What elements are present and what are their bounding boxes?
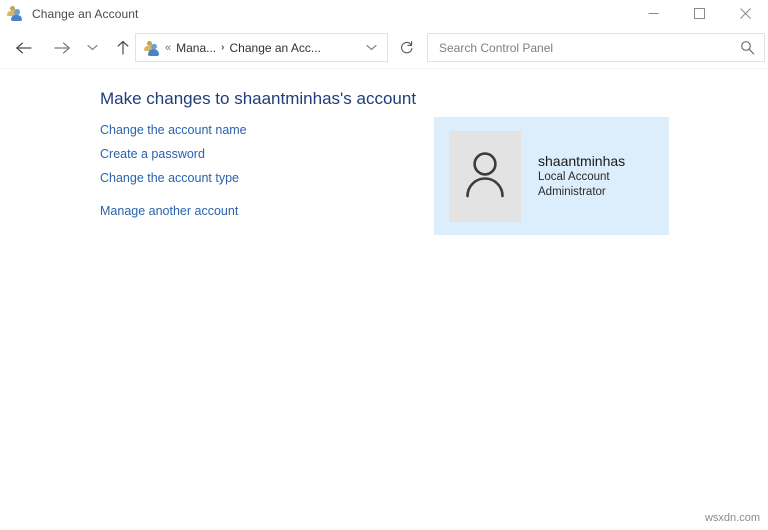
breadcrumb-item-manage[interactable]: Mana... <box>176 41 216 55</box>
account-info: shaantminhas Local Account Administrator <box>538 152 625 200</box>
page-title: Make changes to shaantminhas's account <box>100 89 416 109</box>
account-card: shaantminhas Local Account Administrator <box>434 117 669 235</box>
search-input[interactable] <box>437 37 731 59</box>
person-icon <box>462 148 508 205</box>
address-user-accounts-icon <box>144 40 160 56</box>
link-manage-another-account[interactable]: Manage another account <box>100 204 238 218</box>
address-dropdown-button[interactable] <box>366 44 377 51</box>
account-type: Local Account <box>538 170 625 185</box>
maximize-button[interactable] <box>676 0 722 27</box>
minimize-button[interactable] <box>630 0 676 27</box>
link-create-password[interactable]: Create a password <box>100 147 205 161</box>
window-title: Change an Account <box>32 7 138 21</box>
content-area: Make changes to shaantminhas's account C… <box>0 69 768 530</box>
breadcrumb-item-change-account[interactable]: Change an Acc... <box>230 41 321 55</box>
search-icon[interactable] <box>740 40 755 55</box>
address-bar[interactable]: « Mana... › Change an Acc... <box>135 33 388 62</box>
avatar <box>449 131 521 222</box>
search-box[interactable] <box>427 33 765 62</box>
window-titlebar: Change an Account <box>0 0 768 27</box>
account-name: shaantminhas <box>538 152 625 170</box>
breadcrumb-overflow-icon[interactable]: « <box>165 42 171 54</box>
task-link-list: Change the account name Create a passwor… <box>100 123 247 228</box>
link-change-account-name[interactable]: Change the account name <box>100 123 247 137</box>
forward-button[interactable] <box>46 32 78 64</box>
link-change-account-type[interactable]: Change the account type <box>100 171 239 185</box>
back-button[interactable] <box>8 32 40 64</box>
recent-locations-button[interactable] <box>81 32 103 64</box>
refresh-button[interactable] <box>392 33 420 62</box>
close-button[interactable] <box>722 0 768 27</box>
breadcrumb-separator-icon: › <box>221 42 224 53</box>
account-role: Administrator <box>538 185 625 200</box>
watermark: wsxdn.com <box>705 512 760 524</box>
user-accounts-icon <box>7 5 24 22</box>
window-controls <box>630 0 768 27</box>
